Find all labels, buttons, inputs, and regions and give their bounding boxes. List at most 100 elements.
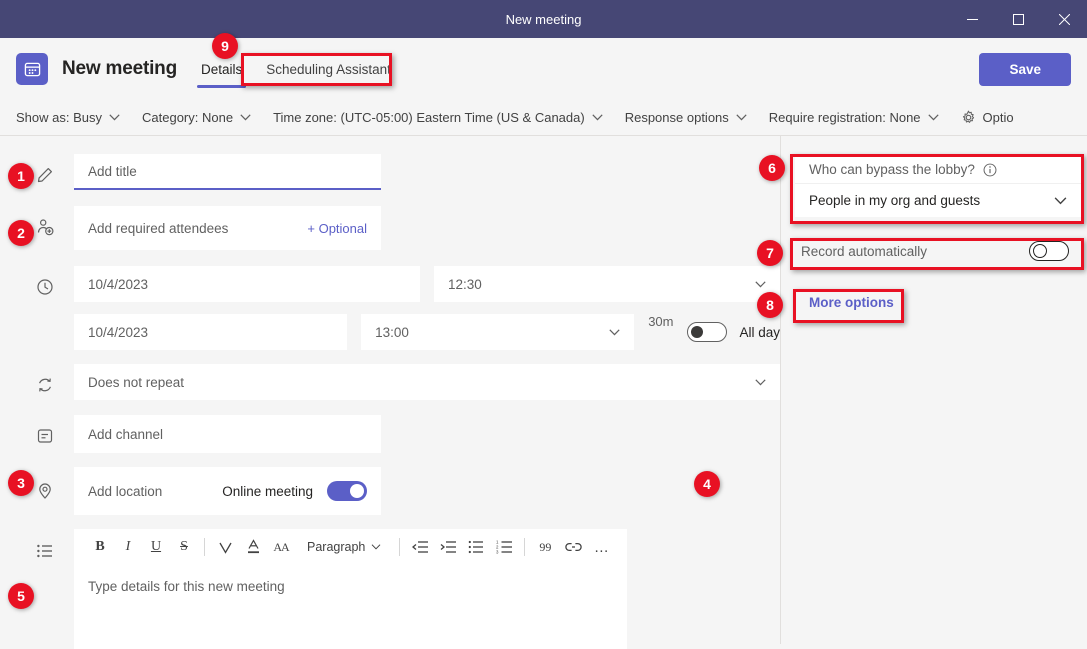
quote-icon[interactable]: 99 — [531, 533, 559, 561]
end-date-input[interactable]: 10/4/2023 — [74, 314, 348, 350]
online-meeting-label: Online meeting — [222, 483, 313, 499]
lobby-bypass-value: People in my org and guests — [809, 193, 981, 208]
gear-icon — [962, 110, 974, 123]
duration-label: 30m — [648, 314, 674, 329]
paragraph-style-select[interactable]: Paragraph — [299, 540, 389, 554]
tab-scheduling-assistant[interactable]: Scheduling Assistant — [260, 38, 397, 100]
minimize-icon[interactable] — [949, 0, 995, 38]
option-require-registration[interactable]: Require registration: None — [769, 110, 939, 125]
end-date-value: 10/4/2023 — [88, 324, 149, 340]
details-placeholder: Type details for this new meeting — [88, 579, 285, 594]
start-date-input[interactable]: 10/4/2023 — [74, 266, 420, 302]
channel-input[interactable]: Add channel — [74, 415, 381, 453]
more-icon[interactable]: … — [587, 533, 615, 561]
annotation-badge-4: 4 — [694, 471, 720, 497]
attendees-placeholder: Add required attendees — [88, 220, 229, 236]
save-button[interactable]: Save — [979, 52, 1071, 86]
start-time-value: 12:30 — [448, 276, 482, 292]
highlight-icon[interactable] — [211, 533, 239, 561]
link-icon[interactable] — [559, 533, 587, 561]
repeat-icon — [36, 364, 74, 398]
row-end-datetime: 10/4/2023 13:00 30m All day — [0, 314, 780, 350]
chevron-down-icon — [736, 114, 747, 121]
row-repeat: Does not repeat — [0, 364, 780, 400]
row-attendees: Add required attendees + Optional — [0, 206, 780, 250]
annotation-badge-5: 5 — [8, 583, 34, 609]
option-response-options-label: Response options — [624, 110, 729, 125]
annotation-badge-3: 3 — [8, 470, 34, 496]
underline-glyph: U — [150, 539, 162, 554]
annotation-badge-7: 7 — [757, 240, 783, 266]
record-automatically-label: Record automatically — [801, 243, 928, 259]
record-automatically-row: Record automatically — [795, 235, 1081, 267]
start-time-select[interactable]: 12:30 — [434, 266, 780, 302]
all-day-toggle[interactable] — [687, 322, 728, 342]
italic-icon[interactable]: I — [114, 533, 142, 561]
clock-icon — [36, 266, 74, 300]
details-textarea[interactable]: Type details for this new meeting — [74, 565, 628, 649]
meeting-form: Add title Add required attendees + Optio… — [0, 136, 780, 649]
chevron-down-icon — [609, 328, 620, 335]
lobby-label: Who can bypass the lobby? — [809, 162, 975, 177]
option-category[interactable]: Category: None — [142, 110, 251, 125]
toggle-knob — [350, 484, 364, 498]
bullet-list-icon[interactable] — [462, 533, 490, 561]
decrease-indent-icon[interactable] — [406, 533, 434, 561]
all-day-label: All day — [739, 324, 781, 340]
toolbar-separator — [524, 538, 526, 556]
chevron-down-icon — [1054, 196, 1067, 204]
font-color-icon[interactable] — [239, 533, 267, 561]
repeat-select[interactable]: Does not repeat — [74, 364, 780, 400]
strikethrough-icon[interactable]: S — [170, 533, 198, 561]
channel-icon — [36, 415, 74, 449]
end-time-value: 13:00 — [375, 324, 409, 340]
annotation-badge-6: 6 — [759, 155, 785, 181]
chevron-down-icon — [927, 114, 939, 121]
toolbar-separator — [204, 538, 205, 556]
paragraph-style-value: Paragraph — [307, 540, 366, 554]
toggle-knob — [691, 326, 704, 338]
underline-icon[interactable]: U — [142, 533, 170, 561]
increase-indent-icon[interactable] — [434, 533, 462, 561]
page-title: New meeting — [62, 58, 177, 79]
location-input[interactable]: Add location Online meeting — [74, 467, 381, 515]
location-pin-icon — [36, 467, 74, 501]
attendees-input[interactable]: Add required attendees + Optional — [74, 206, 381, 250]
option-category-label: Category: None — [142, 110, 234, 125]
option-meeting-options[interactable]: Optio — [961, 110, 1014, 125]
repeat-value: Does not repeat — [88, 374, 185, 390]
online-meeting-toggle[interactable] — [327, 481, 367, 501]
end-time-select[interactable]: 13:00 — [361, 314, 635, 350]
font-size-icon[interactable]: AA — [267, 533, 295, 561]
meeting-options-bar: Show as: Busy Category: None Time zone: … — [0, 100, 1087, 136]
maximize-icon[interactable] — [995, 0, 1041, 38]
annotation-badge-1: 1 — [8, 163, 34, 189]
chevron-down-icon — [755, 378, 766, 385]
option-response-options[interactable]: Response options — [625, 110, 747, 125]
font-size-glyph: AA — [273, 539, 289, 554]
option-show-as[interactable]: Show as: Busy — [16, 110, 120, 125]
main-content: Add title Add required attendees + Optio… — [0, 136, 1087, 649]
record-automatically-toggle[interactable] — [1029, 241, 1069, 261]
annotation-badge-9: 9 — [212, 33, 238, 59]
more-options-button[interactable]: More options — [799, 289, 904, 316]
bold-icon[interactable]: B — [86, 533, 114, 561]
bullet-list-icon — [36, 529, 74, 563]
lobby-bypass-select[interactable]: People in my org and guests — [795, 183, 1081, 217]
editor-toolbar: B I U S AA Paragraph 1 2 3 99 … — [74, 529, 628, 565]
channel-placeholder: Add channel — [88, 426, 164, 442]
chevron-down-icon — [371, 544, 381, 550]
numbered-list-icon[interactable]: 123 — [490, 533, 518, 561]
title-input[interactable]: Add title — [74, 154, 381, 190]
chevron-down-icon — [592, 114, 603, 121]
window-titlebar: New meeting — [0, 0, 1087, 38]
row-details-editor: B I U S AA Paragraph 1 2 3 99 … Type det… — [0, 529, 780, 649]
title-placeholder: Add title — [88, 163, 137, 179]
add-optional-attendees-button[interactable]: + Optional — [307, 221, 367, 236]
info-icon[interactable] — [983, 163, 997, 177]
lobby-settings: Who can bypass the lobby? People in my o… — [795, 154, 1081, 217]
option-time-zone[interactable]: Time zone: (UTC-05:00) Eastern Time (US … — [273, 110, 603, 125]
option-time-zone-label: Time zone: (UTC-05:00) Eastern Time (US … — [273, 110, 585, 125]
close-icon[interactable] — [1041, 0, 1087, 38]
